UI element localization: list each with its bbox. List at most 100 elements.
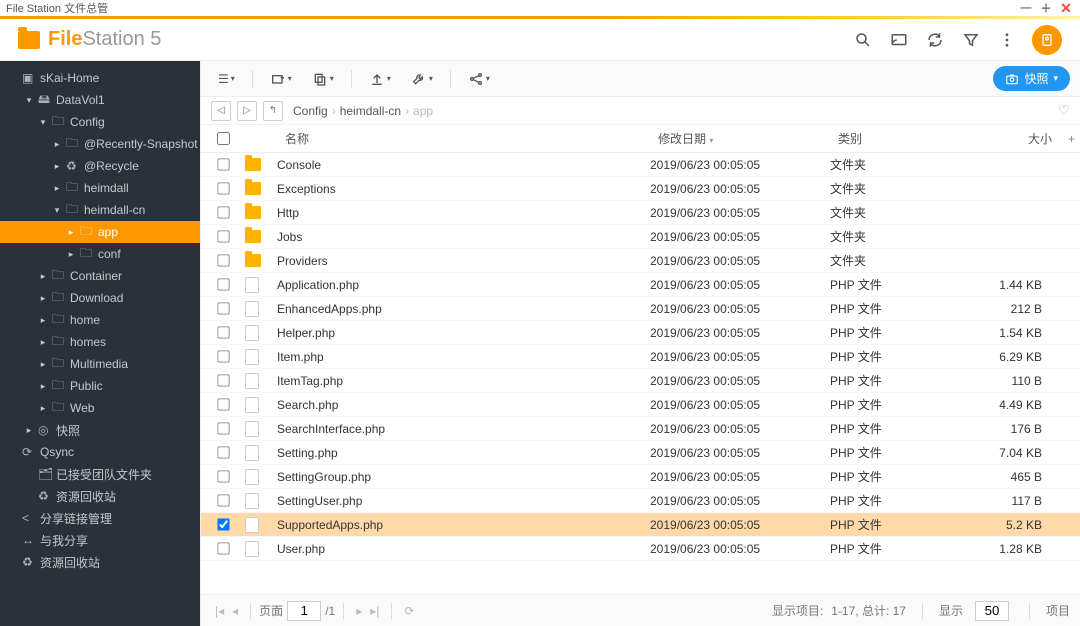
page-prev-button[interactable]: ◂ bbox=[228, 604, 242, 618]
file-row[interactable]: Application.php2019/06/23 00:05:05PHP 文件… bbox=[201, 273, 1080, 297]
tree-item--[interactable]: ↔与我分享 bbox=[0, 529, 200, 551]
expand-icon[interactable]: ▸ bbox=[52, 183, 62, 194]
tree-item-web[interactable]: ▸🗀Web bbox=[0, 397, 200, 419]
per-page-input[interactable] bbox=[975, 601, 1009, 621]
row-checkbox[interactable] bbox=[217, 302, 229, 314]
tree-item-multimedia[interactable]: ▸🗀Multimedia bbox=[0, 353, 200, 375]
row-checkbox[interactable] bbox=[217, 182, 229, 194]
row-checkbox[interactable] bbox=[217, 422, 229, 434]
expand-icon[interactable]: ▸ bbox=[38, 403, 48, 414]
col-name[interactable]: 名称 bbox=[277, 130, 650, 147]
col-type[interactable]: 类别 bbox=[830, 130, 970, 147]
expand-icon[interactable]: ▸ bbox=[24, 425, 34, 436]
expand-icon[interactable]: ▾ bbox=[24, 95, 34, 106]
maximize-button[interactable]: ＋ bbox=[1038, 0, 1054, 16]
nav-back-button[interactable]: ◁ bbox=[211, 101, 231, 121]
tree-item-heimdall-cn[interactable]: ▾🗀heimdall-cn bbox=[0, 199, 200, 221]
filter-icon[interactable] bbox=[960, 29, 982, 51]
tree-item-public[interactable]: ▸🗀Public bbox=[0, 375, 200, 397]
row-checkbox[interactable] bbox=[217, 542, 229, 554]
expand-icon[interactable]: ▸ bbox=[38, 359, 48, 370]
close-button[interactable]: ✕ bbox=[1058, 0, 1074, 16]
expand-icon[interactable]: ▸ bbox=[38, 271, 48, 282]
tree-item-download[interactable]: ▸🗀Download bbox=[0, 287, 200, 309]
file-row[interactable]: Jobs2019/06/23 00:05:05文件夹 bbox=[201, 225, 1080, 249]
file-row[interactable]: Exceptions2019/06/23 00:05:05文件夹 bbox=[201, 177, 1080, 201]
expand-icon[interactable]: ▸ bbox=[38, 381, 48, 392]
tree-item-heimdall[interactable]: ▸🗀heimdall bbox=[0, 177, 200, 199]
page-next-button[interactable]: ▸ bbox=[352, 604, 366, 618]
expand-icon[interactable]: ▸ bbox=[38, 315, 48, 326]
page-first-button[interactable]: |◂ bbox=[211, 604, 228, 618]
search-icon[interactable] bbox=[852, 29, 874, 51]
view-mode-button[interactable]: ☰▾ bbox=[211, 69, 242, 89]
row-checkbox[interactable] bbox=[217, 518, 229, 530]
expand-icon[interactable]: ▸ bbox=[38, 337, 48, 348]
row-checkbox[interactable] bbox=[217, 398, 229, 410]
tree-item-home[interactable]: ▸🗀home bbox=[0, 309, 200, 331]
upload-button[interactable]: ▾ bbox=[362, 68, 398, 90]
file-row[interactable]: Helper.php2019/06/23 00:05:05PHP 文件1.54 … bbox=[201, 321, 1080, 345]
tree-item--[interactable]: ▸◎快照 bbox=[0, 419, 200, 441]
file-row[interactable]: ItemTag.php2019/06/23 00:05:05PHP 文件110 … bbox=[201, 369, 1080, 393]
profile-button[interactable] bbox=[1032, 25, 1062, 55]
breadcrumb-heimdall-cn[interactable]: heimdall-cn bbox=[340, 104, 401, 118]
file-row[interactable]: SettingGroup.php2019/06/23 00:05:05PHP 文… bbox=[201, 465, 1080, 489]
expand-icon[interactable]: ▸ bbox=[52, 139, 62, 150]
expand-icon[interactable]: ▸ bbox=[52, 161, 62, 172]
favorite-icon[interactable]: ♡ bbox=[1057, 102, 1070, 119]
expand-icon[interactable]: ▾ bbox=[52, 205, 62, 216]
folder-tree[interactable]: ▣sKai-Home▾🖴DataVol1▾🗀Config▸🗀@Recently-… bbox=[0, 61, 200, 626]
tree-item--recycle[interactable]: ▸♻@Recycle bbox=[0, 155, 200, 177]
page-input[interactable] bbox=[287, 601, 321, 621]
row-checkbox[interactable] bbox=[217, 350, 229, 362]
tree-item--[interactable]: 🗂已接受团队文件夹 bbox=[0, 463, 200, 485]
row-checkbox[interactable] bbox=[217, 326, 229, 338]
select-all-checkbox[interactable] bbox=[217, 132, 230, 145]
breadcrumb[interactable]: Config›heimdall-cn›app bbox=[293, 104, 433, 118]
row-checkbox[interactable] bbox=[217, 206, 229, 218]
file-row[interactable]: Console2019/06/23 00:05:05文件夹 bbox=[201, 153, 1080, 177]
nav-up-button[interactable]: ↰ bbox=[263, 101, 283, 121]
row-checkbox[interactable] bbox=[217, 278, 229, 290]
file-row[interactable]: SearchInterface.php2019/06/23 00:05:05PH… bbox=[201, 417, 1080, 441]
file-row[interactable]: Search.php2019/06/23 00:05:05PHP 文件4.49 … bbox=[201, 393, 1080, 417]
tree-item--[interactable]: ♻资源回收站 bbox=[0, 485, 200, 507]
expand-icon[interactable]: ▸ bbox=[38, 293, 48, 304]
expand-icon[interactable]: ▾ bbox=[38, 117, 48, 128]
tree-item--recently-snapshot[interactable]: ▸🗀@Recently-Snapshot bbox=[0, 133, 200, 155]
row-checkbox[interactable] bbox=[217, 470, 229, 482]
minimize-button[interactable]: — bbox=[1018, 0, 1034, 16]
row-checkbox[interactable] bbox=[217, 158, 229, 170]
row-checkbox[interactable] bbox=[217, 374, 229, 386]
tree-item-datavol1[interactable]: ▾🖴DataVol1 bbox=[0, 89, 200, 111]
tree-item-homes[interactable]: ▸🗀homes bbox=[0, 331, 200, 353]
file-row[interactable]: Setting.php2019/06/23 00:05:05PHP 文件7.04… bbox=[201, 441, 1080, 465]
file-row[interactable]: Providers2019/06/23 00:05:05文件夹 bbox=[201, 249, 1080, 273]
row-checkbox[interactable] bbox=[217, 230, 229, 242]
refresh-icon[interactable] bbox=[924, 29, 946, 51]
nav-forward-button[interactable]: ▷ bbox=[237, 101, 257, 121]
cast-icon[interactable] bbox=[888, 29, 910, 51]
row-checkbox[interactable] bbox=[217, 494, 229, 506]
add-column-button[interactable]: + bbox=[1060, 132, 1080, 146]
expand-icon[interactable]: ▸ bbox=[66, 249, 76, 260]
create-button[interactable]: ▾ bbox=[263, 68, 299, 90]
snapshot-button[interactable]: 快照 ▾ bbox=[993, 66, 1070, 91]
tree-item-skai-home[interactable]: ▣sKai-Home bbox=[0, 67, 200, 89]
file-row[interactable]: SupportedApps.php2019/06/23 00:05:05PHP … bbox=[201, 513, 1080, 537]
file-row[interactable]: SettingUser.php2019/06/23 00:05:05PHP 文件… bbox=[201, 489, 1080, 513]
breadcrumb-config[interactable]: Config bbox=[293, 104, 328, 118]
file-row[interactable]: User.php2019/06/23 00:05:05PHP 文件1.28 KB bbox=[201, 537, 1080, 561]
file-row[interactable]: Item.php2019/06/23 00:05:05PHP 文件6.29 KB bbox=[201, 345, 1080, 369]
file-row[interactable]: Http2019/06/23 00:05:05文件夹 bbox=[201, 201, 1080, 225]
col-date[interactable]: 修改日期 ▾ bbox=[650, 130, 830, 147]
page-last-button[interactable]: ▸| bbox=[366, 604, 383, 618]
row-checkbox[interactable] bbox=[217, 254, 229, 266]
tree-item-container[interactable]: ▸🗀Container bbox=[0, 265, 200, 287]
col-size[interactable]: 大小 bbox=[970, 130, 1060, 147]
reload-button[interactable]: ⟳ bbox=[400, 604, 418, 618]
file-list[interactable]: Console2019/06/23 00:05:05文件夹Exceptions2… bbox=[201, 153, 1080, 594]
copy-button[interactable]: ▾ bbox=[305, 68, 341, 90]
tree-item-config[interactable]: ▾🗀Config bbox=[0, 111, 200, 133]
